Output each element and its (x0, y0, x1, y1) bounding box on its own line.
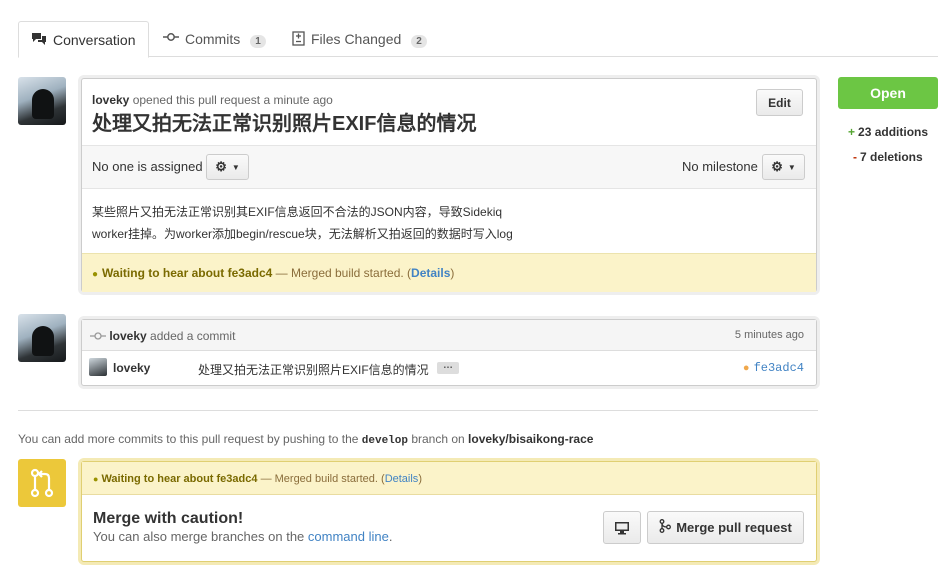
merge-status-dash: — Merged build started. ( (260, 473, 385, 485)
pr-body-line: worker挂掉。为worker添加begin/rescue块，无法解析又拍返回… (92, 227, 513, 241)
commit-event-box: loveky added a commit 5 minutes ago love… (81, 319, 817, 386)
milestone-text: No milestone (682, 159, 758, 174)
push-info-prefix: You can add more commits to this pull re… (18, 432, 359, 446)
merge-close-paren: ) (418, 473, 422, 485)
author-avatar[interactable] (18, 77, 66, 125)
merge-box: ● Waiting to hear about fe3adc4 — Merged … (81, 461, 817, 562)
commit-sha-link[interactable]: fe3adc4 (754, 361, 804, 375)
build-status-bar: ● Waiting to hear about fe3adc4 — Merged … (82, 253, 816, 292)
pending-status-icon[interactable]: ● (743, 362, 750, 374)
branch-name: develop (361, 435, 408, 447)
deletions-text: 7 deletions (860, 150, 923, 164)
git-pull-request-icon (30, 468, 54, 498)
file-diff-icon (292, 31, 305, 49)
commit-event-header: loveky added a commit 5 minutes ago (82, 320, 816, 351)
tab-files-changed[interactable]: Files Changed 2 (280, 21, 439, 57)
deletions-count: -7 deletions (853, 150, 923, 164)
pr-body-line: 某些照片又拍无法正常识别其EXIF信息返回不合法的JSON内容，导致Sideki… (92, 205, 503, 219)
caret-down-icon: ▼ (787, 162, 796, 172)
opened-text: opened this pull request a minute ago (132, 93, 333, 107)
commit-icon (163, 31, 179, 46)
tab-label: Conversation (53, 32, 136, 48)
pr-discussion-box: loveky opened this pull request a minute… (81, 78, 817, 292)
command-line-link[interactable]: command line (308, 529, 389, 544)
additions-count: +23 additions (848, 125, 928, 139)
commit-message-link[interactable]: 处理又拍无法正常识别照片EXIF信息的情况 (198, 361, 429, 378)
milestone-gear-button[interactable]: ⚙ ▼ (762, 154, 805, 180)
additions-text: 23 additions (858, 125, 929, 139)
merge-sub-prefix: You can also merge branches on the (93, 529, 305, 544)
minus-icon: - (853, 150, 857, 164)
pr-state-badge: Open (838, 77, 938, 109)
edit-button[interactable]: Edit (756, 89, 803, 116)
commit-event-action: added a commit (150, 329, 236, 343)
opened-line: loveky opened this pull request a minute… (92, 93, 333, 107)
commit-icon (90, 329, 109, 343)
gear-icon: ⚙ (771, 159, 783, 174)
tab-conversation[interactable]: Conversation (18, 21, 149, 58)
caret-down-icon: ▼ (231, 162, 240, 172)
open-in-desktop-button[interactable] (603, 511, 641, 544)
speech-bubbles-icon (31, 32, 47, 49)
build-close-paren: ) (450, 266, 455, 280)
build-dash-text: — Merged build started. ( (275, 266, 412, 280)
assignee-text: No one is assigned (92, 159, 203, 174)
merge-button-label: Merge pull request (676, 520, 792, 535)
merge-icon (659, 519, 672, 536)
divider (18, 410, 818, 411)
pr-tabs: Conversation Commits 1 Files Changed 2 (18, 21, 938, 58)
build-status-text: Waiting to hear about fe3adc4 (102, 266, 273, 280)
merge-title: Merge with caution! (93, 510, 244, 527)
assignee-gear-button[interactable]: ⚙ ▼ (206, 154, 249, 180)
merge-status-text: Waiting to hear about fe3adc4 (101, 473, 258, 485)
gear-icon: ⚙ (215, 159, 227, 174)
push-info-middle: branch on (411, 432, 465, 446)
commits-counter: 1 (250, 35, 266, 48)
pr-author-link[interactable]: loveky (92, 93, 129, 107)
pending-dot-icon: ● (93, 474, 99, 484)
build-details-link[interactable]: Details (411, 266, 450, 280)
pending-dot-icon: ● (92, 269, 99, 280)
commit-event-author[interactable]: loveky (109, 329, 146, 343)
commit-sha: ● fe3adc4 (743, 361, 804, 375)
merge-build-status: ● Waiting to hear about fe3adc4 — Merged … (82, 462, 816, 495)
files-counter: 2 (411, 35, 427, 48)
pr-header: loveky opened this pull request a minute… (82, 79, 816, 145)
commit-author-avatar[interactable] (89, 358, 107, 376)
merge-details-link[interactable]: Details (385, 473, 419, 485)
expand-commit-button[interactable]: … (437, 361, 459, 374)
tab-commits[interactable]: Commits 1 (151, 21, 278, 57)
push-info: You can add more commits to this pull re… (18, 432, 593, 447)
commit-author[interactable]: loveky (113, 361, 150, 375)
pr-title: 处理又拍无法正常识别照片EXIF信息的情况 (92, 113, 477, 135)
pr-body: 某些照片又拍无法正常识别其EXIF信息返回不合法的JSON内容，导致Sideki… (92, 201, 513, 245)
monitor-icon (615, 521, 629, 534)
committer-avatar[interactable] (18, 314, 66, 362)
repo-name: loveky/bisaikong-race (468, 432, 594, 446)
commit-row: loveky 处理又拍无法正常识别照片EXIF信息的情况 … ● fe3adc4 (82, 352, 816, 386)
commit-event-time: 5 minutes ago (734, 329, 804, 341)
pr-meta-bar: No one is assigned ⚙ ▼ No milestone ⚙ ▼ (82, 145, 816, 189)
plus-icon: + (848, 125, 856, 139)
merge-state-icon (18, 459, 66, 507)
tab-label: Files Changed (311, 31, 402, 47)
merge-pull-request-button[interactable]: Merge pull request (647, 511, 804, 544)
merge-subtext: You can also merge branches on the comma… (93, 529, 392, 544)
merge-sub-suffix: . (388, 529, 393, 544)
tab-label: Commits (185, 31, 241, 47)
